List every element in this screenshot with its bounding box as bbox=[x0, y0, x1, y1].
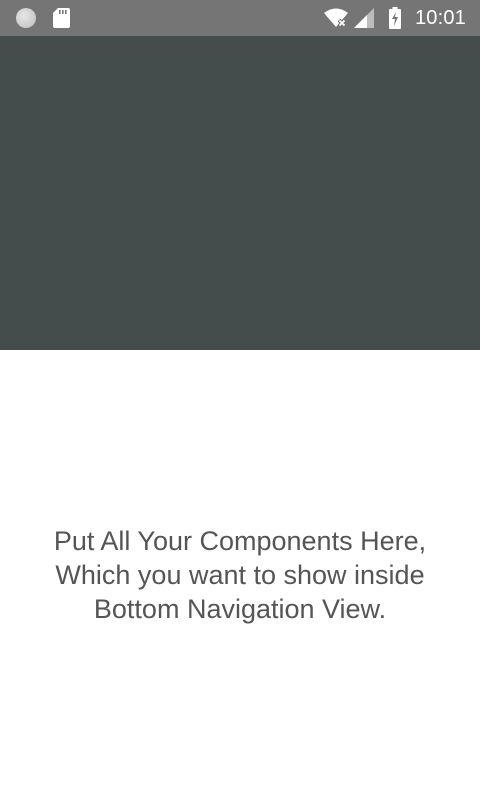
status-bar-right: 10:01 bbox=[323, 7, 466, 30]
status-bar-left bbox=[16, 8, 70, 28]
cell-signal-icon bbox=[353, 7, 375, 29]
header-panel bbox=[0, 36, 480, 350]
battery-charging-icon bbox=[388, 7, 401, 29]
sd-card-icon bbox=[53, 8, 70, 28]
status-time: 10:01 bbox=[414, 6, 466, 29]
placeholder-message: Put All Your Components Here, Which you … bbox=[53, 526, 427, 624]
wifi-off-icon bbox=[323, 7, 349, 29]
content-area: Put All Your Components Here, Which you … bbox=[0, 350, 480, 800]
status-bar: 10:01 bbox=[0, 0, 480, 36]
notification-circle-icon bbox=[16, 8, 36, 28]
